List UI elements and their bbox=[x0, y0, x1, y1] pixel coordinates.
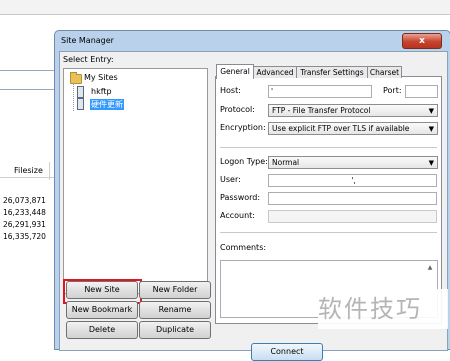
user-input[interactable]: ', bbox=[268, 174, 437, 187]
connect-button[interactable]: Connect bbox=[251, 343, 323, 361]
new-site-button[interactable]: New Site bbox=[66, 281, 138, 299]
port-input[interactable] bbox=[405, 85, 438, 98]
server-icon bbox=[77, 86, 84, 98]
new-folder-button[interactable]: New Folder bbox=[139, 281, 211, 299]
section-divider bbox=[220, 147, 437, 148]
file-size-cell: 16,233,448 bbox=[3, 208, 46, 217]
header-separator bbox=[0, 177, 55, 178]
encryption-label: Encryption: bbox=[220, 123, 266, 132]
encryption-value: Use explicit FTP over TLS if available bbox=[272, 124, 410, 133]
logon-type-label: Logon Type: bbox=[220, 157, 268, 166]
password-label: Password: bbox=[220, 193, 261, 202]
select-entry-label: Select Entry: bbox=[63, 55, 114, 64]
close-button[interactable]: x bbox=[402, 33, 442, 49]
protocol-value: FTP - File Transfer Protocol bbox=[272, 106, 371, 115]
file-size-cell: 26,291,931 bbox=[3, 220, 46, 229]
tab-charset[interactable]: Charset bbox=[367, 66, 402, 78]
tree-connector bbox=[73, 83, 74, 111]
protocol-label: Protocol: bbox=[220, 105, 255, 114]
file-size-list: 26,073,871 16,233,448 26,291,931 16,335,… bbox=[3, 195, 46, 243]
chevron-down-icon: ▼ bbox=[428, 125, 434, 133]
tree-item-label: hkftp bbox=[91, 87, 112, 96]
tab-general[interactable]: General bbox=[216, 64, 254, 79]
background-toolbar bbox=[0, 0, 450, 15]
host-input[interactable]: ' bbox=[268, 85, 372, 98]
site-tree[interactable]: My Sites hkftp 硬件更新 bbox=[63, 68, 208, 294]
background-divider bbox=[0, 70, 54, 71]
password-input[interactable] bbox=[268, 192, 437, 205]
comments-label: Comments: bbox=[220, 243, 267, 252]
scroll-up-icon[interactable]: ▲ bbox=[424, 262, 436, 274]
server-icon bbox=[77, 98, 84, 110]
encryption-select[interactable]: Use explicit FTP over TLS if available ▼ bbox=[268, 122, 438, 135]
new-bookmark-button[interactable]: New Bookmark bbox=[66, 301, 138, 319]
background-divider bbox=[0, 89, 54, 90]
tab-transfer-settings[interactable]: Transfer Settings bbox=[296, 66, 368, 78]
dialog-titlebar[interactable]: Site Manager x bbox=[55, 31, 450, 51]
tree-item-label: My Sites bbox=[84, 73, 118, 82]
close-icon: x bbox=[419, 36, 425, 46]
dialog-title: Site Manager bbox=[61, 36, 114, 45]
account-input bbox=[268, 210, 437, 223]
host-label: Host: bbox=[220, 86, 241, 95]
tree-item-label: 硬件更新 bbox=[90, 99, 124, 110]
section-divider bbox=[220, 232, 437, 233]
user-label: User: bbox=[220, 175, 241, 184]
tree-item-selected-site[interactable]: 硬件更新 bbox=[75, 98, 135, 110]
file-size-cell: 16,335,720 bbox=[3, 232, 46, 241]
filesize-column-header[interactable]: Filesize bbox=[14, 166, 43, 175]
logon-type-select[interactable]: Normal ▼ bbox=[268, 156, 438, 169]
chevron-down-icon: ▼ bbox=[428, 159, 434, 167]
file-size-cell: 26,073,871 bbox=[3, 196, 46, 205]
delete-button[interactable]: Delete bbox=[66, 321, 138, 339]
logon-type-value: Normal bbox=[272, 158, 300, 167]
port-label: Port: bbox=[383, 86, 402, 95]
duplicate-button[interactable]: Duplicate bbox=[139, 321, 211, 339]
settings-tab-panel: General Advanced Transfer Settings Chars… bbox=[215, 64, 442, 324]
tab-advanced[interactable]: Advanced bbox=[253, 66, 297, 78]
folder-icon bbox=[70, 72, 82, 84]
tree-item-hkftp[interactable]: hkftp bbox=[75, 86, 125, 98]
rename-button[interactable]: Rename bbox=[139, 301, 211, 319]
account-label: Account: bbox=[220, 211, 255, 220]
tree-item-my-sites[interactable]: My Sites bbox=[66, 71, 126, 85]
chevron-down-icon: ▼ bbox=[428, 107, 434, 115]
protocol-select[interactable]: FTP - File Transfer Protocol ▼ bbox=[268, 104, 438, 117]
watermark-text: 软件技巧 bbox=[318, 289, 448, 329]
